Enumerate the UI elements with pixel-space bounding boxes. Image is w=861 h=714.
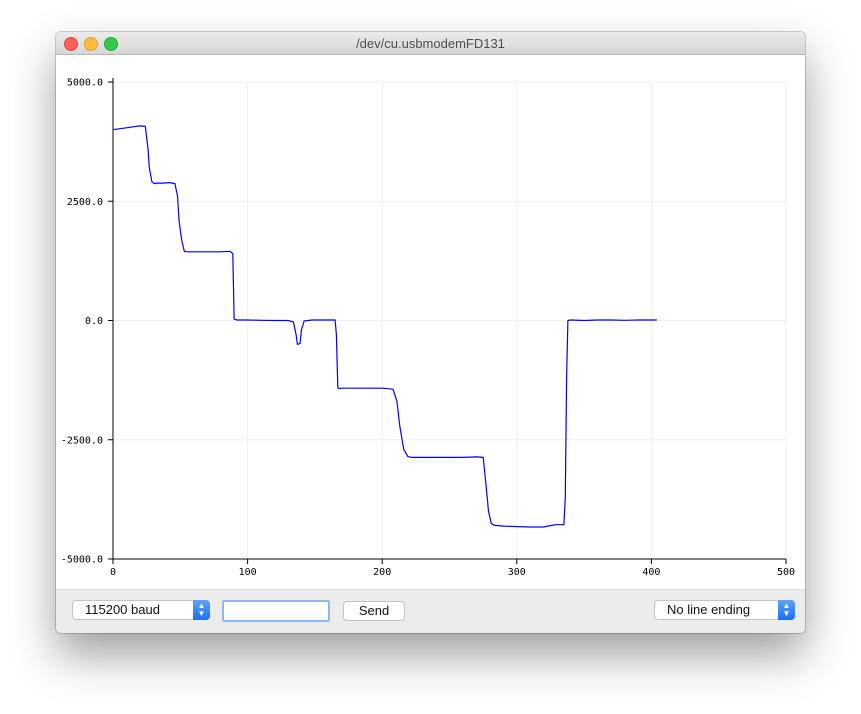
- title-bar: /dev/cu.usbmodemFD131: [56, 32, 805, 55]
- baud-rate-select[interactable]: 115200 baud ▲ ▼: [72, 600, 210, 620]
- serial-plotter-window: /dev/cu.usbmodemFD131 5000.0 2500.0 0.0 -25…: [56, 32, 805, 633]
- send-button[interactable]: Send: [343, 601, 405, 621]
- y-tick-label: -5000.0: [61, 555, 103, 566]
- x-tick-label: 0: [110, 567, 116, 578]
- y-tick-label: 5000.0: [67, 78, 103, 89]
- line-ending-select[interactable]: No line ending ▲ ▼: [654, 600, 795, 620]
- x-tick-label: 400: [642, 567, 660, 578]
- up-down-chevron-icon: ▲ ▼: [778, 600, 795, 620]
- x-tick-label: 100: [239, 567, 257, 578]
- line-ending-value: No line ending: [667, 602, 751, 617]
- baud-rate-value: 115200 baud: [85, 602, 160, 617]
- y-tick-label: -2500.0: [61, 435, 103, 446]
- bottom-toolbar: 115200 baud ▲ ▼ Send No line ending ▲ ▼: [56, 589, 805, 633]
- up-down-chevron-icon: ▲ ▼: [193, 600, 210, 620]
- serial-input-field[interactable]: [222, 600, 330, 622]
- x-tick-label: 500: [777, 567, 795, 578]
- plot-area: 5000.0 2500.0 0.0 -2500.0 -5000.0 0 100 200 300 4…: [56, 55, 805, 589]
- window-title: /dev/cu.usbmodemFD131: [356, 36, 505, 51]
- y-tick-label: 2500.0: [67, 197, 103, 208]
- x-tick-label: 200: [373, 567, 391, 578]
- data-series-line: [112, 125, 657, 528]
- x-tick-label: 300: [508, 567, 526, 578]
- serial-plot-chart: 5000.0 2500.0 0.0 -2500.0 -5000.0 0 100 200 300 4…: [61, 78, 795, 579]
- y-tick-label: 0.0: [85, 316, 103, 327]
